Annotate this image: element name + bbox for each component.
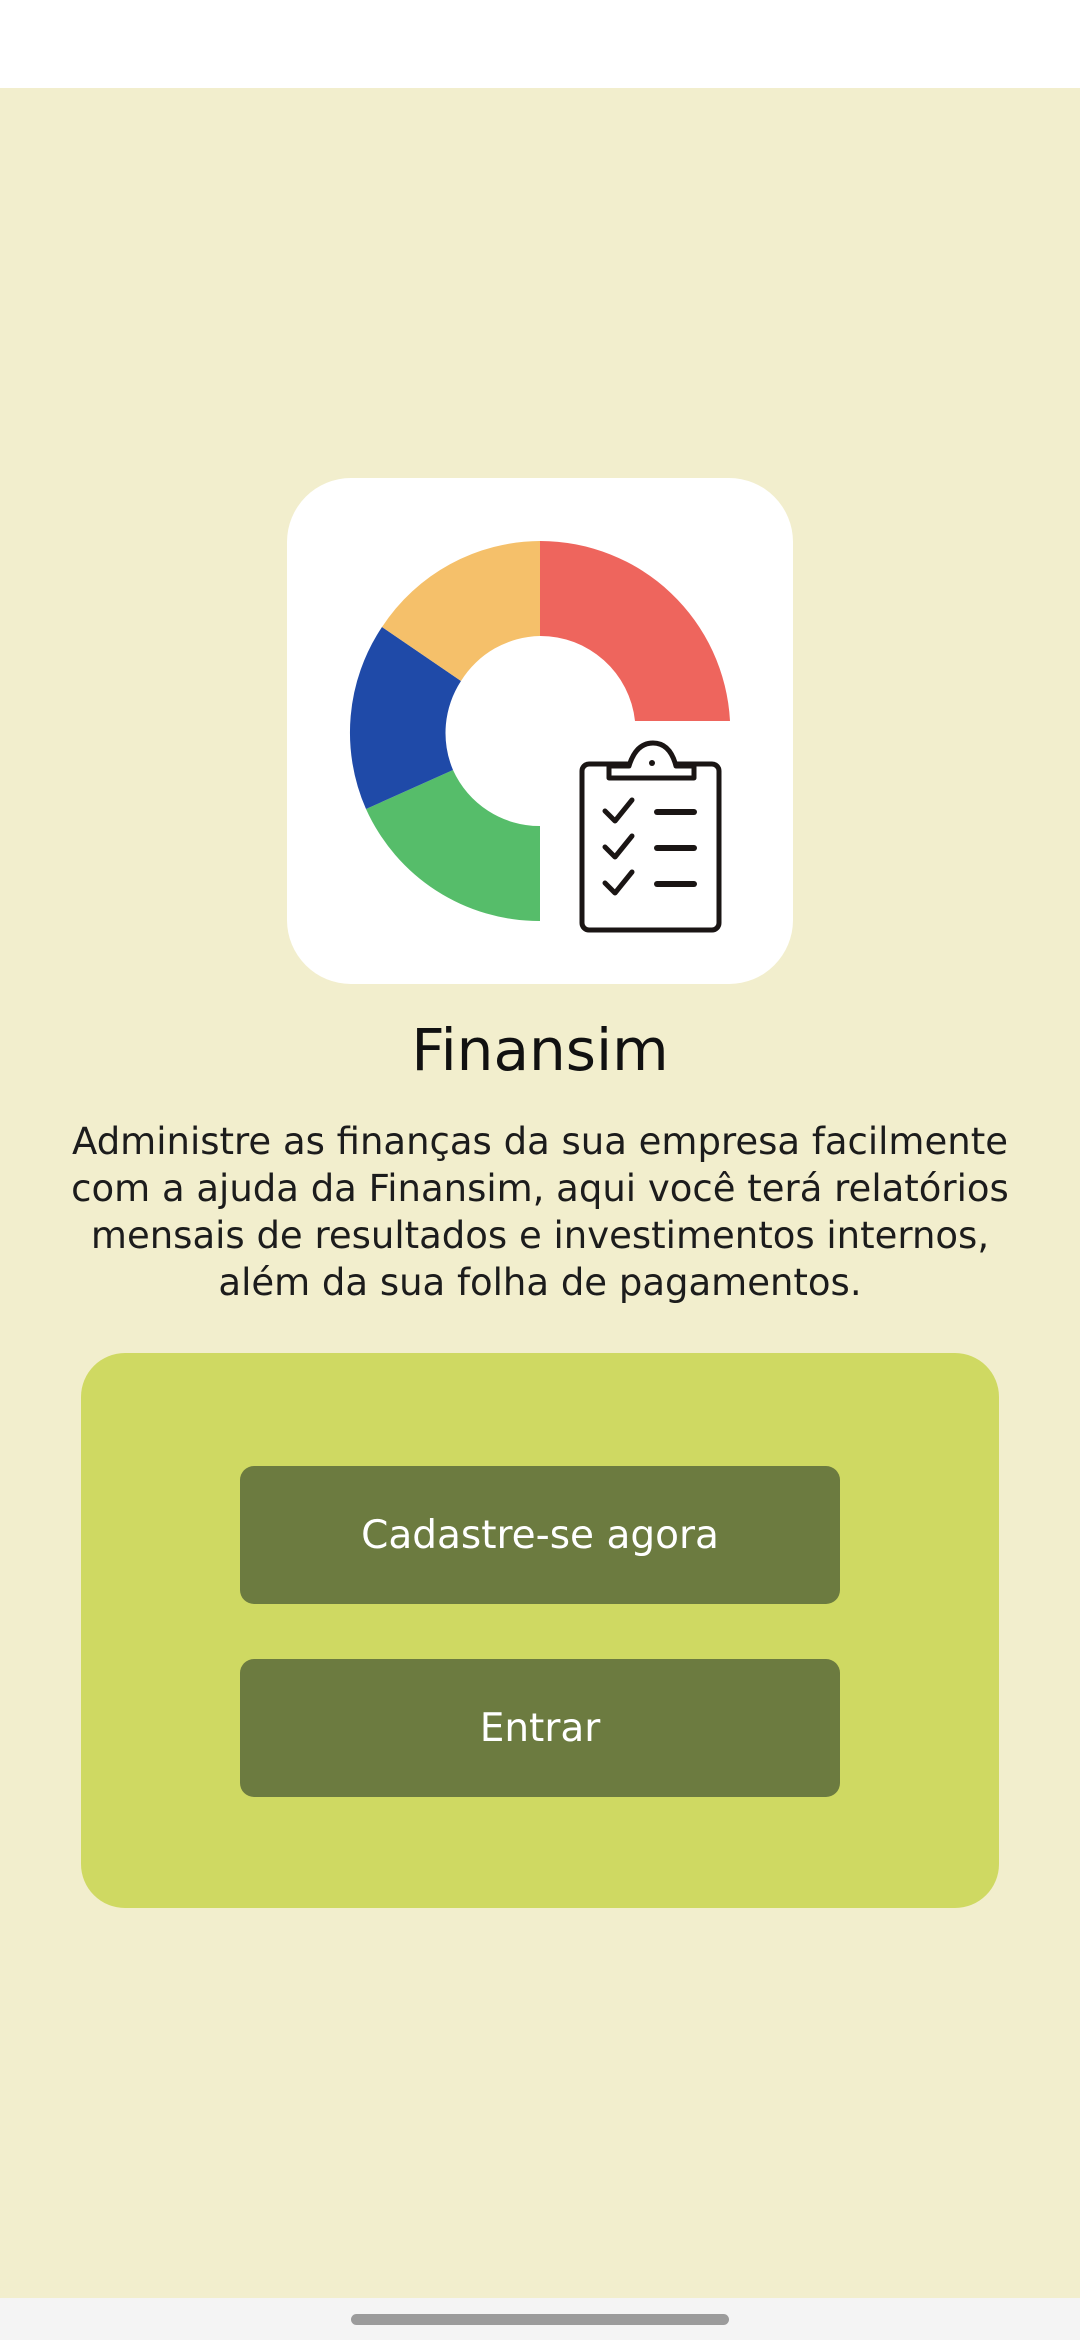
login-button[interactable]: Entrar [240,1659,840,1797]
app-description: Administre as finanças da sua empresa fa… [71,1120,1009,1304]
action-panel [81,1353,999,1908]
donut-chart-clipboard-icon [349,540,737,942]
app-logo [287,478,793,984]
clipboard-icon [579,740,722,933]
status-bar [0,0,1080,88]
app-title: Finansim [411,1016,669,1084]
home-indicator[interactable] [351,2314,729,2325]
signup-button[interactable]: Cadastre-se agora [240,1466,840,1604]
chart-segment-red [540,540,730,721]
